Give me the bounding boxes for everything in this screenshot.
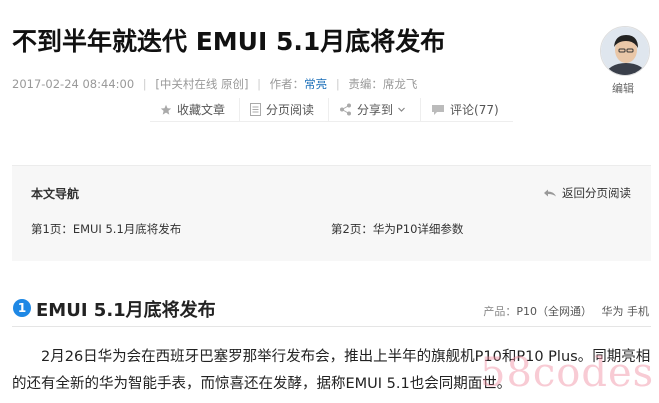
editor-label: 责编： bbox=[348, 77, 383, 91]
editor-name: 席龙飞 bbox=[382, 77, 418, 91]
nav-page-2-link[interactable]: 第2页：华为P10详细参数 bbox=[331, 221, 463, 237]
publish-date: 2017-02-24 08:44:00 bbox=[12, 77, 135, 91]
brand-link[interactable]: 华为 手机 bbox=[602, 305, 650, 318]
paged-read-label: 分页阅读 bbox=[266, 103, 315, 117]
return-arrow-icon bbox=[544, 189, 556, 197]
star-icon bbox=[160, 104, 172, 115]
section-divider bbox=[12, 326, 651, 327]
comment-label: 评论(77) bbox=[450, 103, 499, 117]
author-link[interactable]: 常亮 bbox=[304, 77, 327, 91]
profile-label[interactable]: 编辑 bbox=[612, 80, 634, 96]
source-label: [中关村在线 原创] bbox=[155, 77, 249, 91]
favorite-button[interactable]: 收藏文章 bbox=[150, 97, 241, 122]
nav-title: 本文导航 bbox=[31, 187, 80, 201]
product-link[interactable]: P10（全网通） bbox=[516, 305, 592, 318]
editor-avatar[interactable] bbox=[600, 26, 650, 76]
document-icon bbox=[250, 103, 262, 116]
meta-divider: | bbox=[335, 77, 340, 91]
article-navigation: 本文导航 返回分页阅读 第1页：EMUI 5.1月底将发布 第2页：华为P10详… bbox=[12, 165, 651, 261]
section-title: EMUI 5.1月底将发布 bbox=[36, 300, 216, 321]
article-paragraph: 2月26日华为会在西班牙巴塞罗那举行发布会，推出上半年的旗舰机P10和P10 P… bbox=[12, 349, 651, 392]
share-icon bbox=[340, 103, 352, 116]
comment-bubble-icon bbox=[432, 104, 445, 115]
favorite-label: 收藏文章 bbox=[177, 103, 226, 117]
author-label: 作者： bbox=[269, 77, 305, 91]
back-to-paged-link[interactable]: 返回分页阅读 bbox=[543, 185, 631, 201]
meta-divider: | bbox=[142, 77, 147, 91]
share-label: 分享到 bbox=[357, 103, 394, 117]
meta-divider: | bbox=[257, 77, 261, 91]
paged-read-button[interactable]: 分页阅读 bbox=[240, 97, 330, 122]
article-title: 不到半年就迭代 EMUI 5.1月底将发布 bbox=[12, 27, 446, 56]
share-button[interactable]: 分享到 bbox=[329, 97, 422, 122]
chevron-down-icon bbox=[398, 107, 405, 112]
product-label: 产品： bbox=[483, 305, 517, 318]
comment-button[interactable]: 评论(77) bbox=[421, 98, 513, 122]
nav-page-1-link[interactable]: 第1页：EMUI 5.1月底将发布 bbox=[31, 221, 181, 237]
product-info: 产品：P10（全网通） 华为 手机 bbox=[483, 303, 649, 319]
section-number-badge: 1 bbox=[13, 299, 31, 317]
back-label: 返回分页阅读 bbox=[562, 186, 631, 200]
article-meta: 2017-02-24 08:44:00 | [中关村在线 原创] | 作者：常亮… bbox=[12, 76, 417, 92]
article-toolbar: 收藏文章 分页阅读 分享到 评论(77) bbox=[150, 97, 513, 122]
